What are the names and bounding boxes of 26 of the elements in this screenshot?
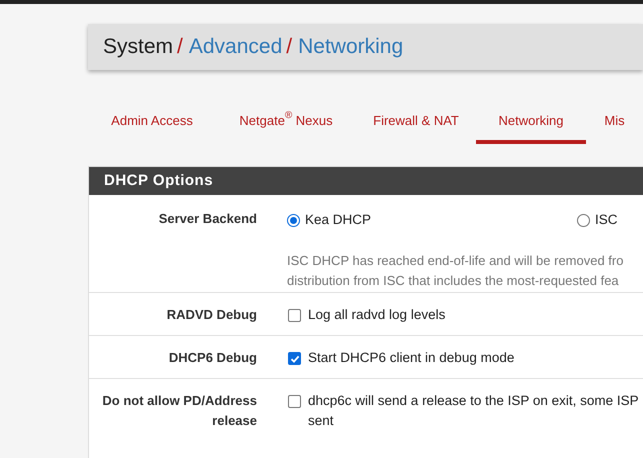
radio-label: Kea DHCP — [305, 211, 372, 229]
tab[interactable]: Firewall & NAT — [356, 101, 476, 144]
radio-button[interactable] — [287, 214, 300, 227]
breadcrumb-text: System — [103, 34, 174, 60]
help-text: ISC DHCP has reached end-of-life and will be removed fro distribution from ISC that includes the most-requested fea — [287, 252, 624, 290]
tab[interactable]: Mis — [586, 101, 643, 144]
checkbox[interactable] — [288, 309, 301, 322]
breadcrumb-link[interactable]: Networking — [298, 31, 404, 63]
tab[interactable]: Networking — [476, 101, 586, 144]
checkbox[interactable] — [288, 352, 301, 365]
radio-button[interactable] — [577, 214, 590, 227]
separator-icon: / — [177, 31, 183, 63]
radio-label: ISC — [595, 211, 618, 229]
checkbox-label: Start DHCP6 client in debug mode — [308, 349, 514, 367]
panel-header: DHCP Options — [89, 167, 643, 195]
checkbox-label: Log all radvd log levels — [308, 306, 446, 324]
checkbox-label: dhcp6c will send a release to the ISP on exit, some ISP sent — [308, 392, 639, 430]
separator-icon: / — [286, 31, 292, 63]
checkbox[interactable] — [288, 395, 301, 408]
breadcrumb-link[interactable]: Advanced — [188, 31, 282, 63]
field-label: RADVD Debug — [166, 306, 257, 324]
tab[interactable]: Netgate$^{®}$ Nexus — [216, 101, 356, 144]
tab[interactable]: Admin Access — [88, 101, 216, 144]
field-label: Server Backend — [158, 210, 257, 228]
field-label: DHCP6 Debug — [168, 349, 257, 367]
field-label: Do not allow PD/Address release — [101, 392, 257, 430]
